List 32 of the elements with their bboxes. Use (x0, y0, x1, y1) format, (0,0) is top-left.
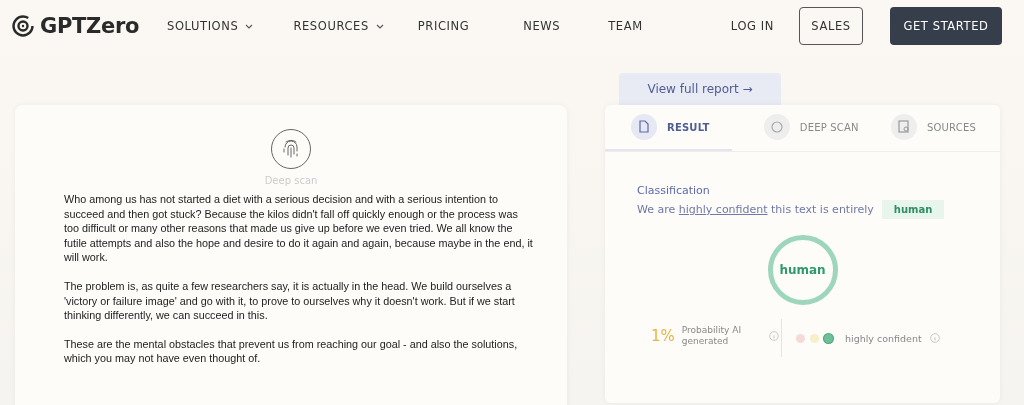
nav-link[interactable]: SOLUTIONS (167, 19, 254, 33)
probability-value: 1% (651, 327, 675, 345)
scan-icon (769, 120, 784, 134)
chevron-down-icon (375, 23, 384, 29)
nav-link[interactable]: RESOURCES (293, 19, 384, 33)
confidence-link[interactable]: highly confident (678, 203, 768, 216)
nav-link[interactable]: NEWS (523, 19, 561, 33)
paragraph: These are the mental obstacles that prevent us from reaching our goal - and also the solutions, which you may not have even thought of. (64, 336, 519, 366)
classification-title: Classification (637, 184, 711, 197)
sales-button[interactable]: SALES (799, 7, 863, 45)
result-tab[interactable]: RESULT (605, 105, 732, 151)
probability-label: Probability AI generated (681, 325, 743, 347)
result-ring: human (767, 235, 838, 305)
chevron-down-icon (245, 23, 254, 29)
get-started-button[interactable]: GET STARTED (890, 7, 1002, 45)
verdict-tag: human (881, 200, 945, 219)
result-tab[interactable]: DEEP SCAN (763, 105, 859, 151)
result-tab[interactable]: SOURCES (890, 105, 976, 151)
info-icon (768, 331, 779, 341)
logo-icon (12, 15, 34, 37)
view-full-report-button[interactable]: View full report → (619, 73, 781, 105)
logo-text[interactable]: GPTZero (40, 14, 140, 38)
nav-link[interactable]: TEAM (608, 19, 643, 33)
paragraph: The problem is, as quite a few researchers say, it is actually in the head. We build ourselves a 'victory or failure image' and go with it, to prove to ourselves why it doesn't work. But if we start thinking differently, we can succeed in this. (64, 278, 516, 323)
classification-sentence: We are highly confident this text is entirely (637, 203, 874, 216)
confidence-label: highly confident (845, 332, 922, 344)
info-icon (929, 333, 940, 343)
login-link[interactable]: LOG IN (730, 19, 774, 33)
document-search-icon (896, 120, 911, 134)
document-icon (637, 120, 651, 134)
nav-link[interactable]: PRICING (417, 19, 470, 33)
paragraph: Who among us has not started a diet with a serious decision and with a serious intention to succeed and then got stuck? Because the kilos didn't fall off quickly enough or the process was too difficult or many other reasons that made us give up before we even tried. We all know the futile attempts and also the hope and desire to do it again and again, because maybe in the end, it will work. (64, 192, 534, 265)
